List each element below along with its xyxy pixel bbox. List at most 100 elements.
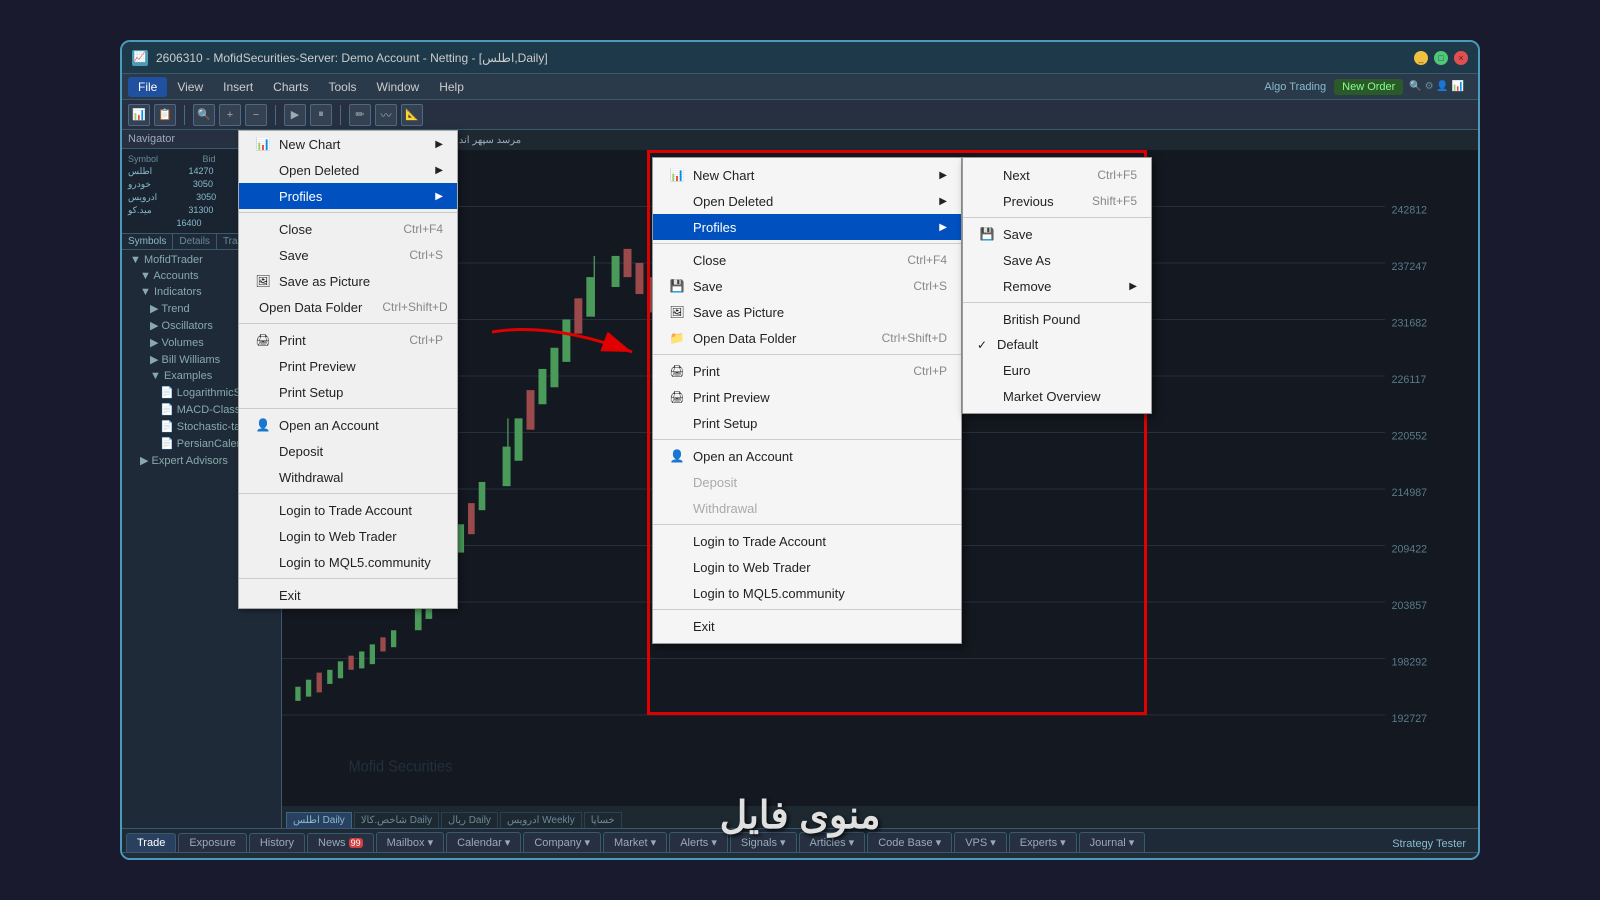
print-icon: 🖨 <box>253 332 273 348</box>
tab-news[interactable]: News 99 <box>307 833 374 852</box>
toolbar-btn-9[interactable]: 〰 <box>375 104 397 126</box>
dd-sub-market-overview[interactable]: Market Overview <box>963 383 1151 409</box>
dd-small-open-data[interactable]: Open Data Folder Ctrl+Shift+D <box>239 294 457 320</box>
dd-main-open-deleted[interactable]: Open Deleted ▶ <box>653 188 961 214</box>
new-chart-icon: 📊 <box>253 136 273 152</box>
arabic-caption: منوی فایل <box>720 793 881 838</box>
dd-main-login-mql5[interactable]: Login to MQL5.community <box>653 580 961 606</box>
dd-main-login-trade[interactable]: Login to Trade Account <box>653 528 961 554</box>
toolbar-icons: 🔍 ⚙ 👤 📊 <box>1409 81 1464 92</box>
toolbar-btn-2[interactable]: 📋 <box>154 104 176 126</box>
close-button[interactable]: × <box>1454 51 1468 65</box>
app-icon: 📈 <box>132 50 148 66</box>
dd-main-exit[interactable]: Exit <box>653 613 961 639</box>
menu-view[interactable]: View <box>167 77 213 97</box>
tab-khesapa[interactable]: خساپا <box>584 812 622 828</box>
toolbar: 📊 📋 🔍 + − ▶ ⏸ ✏ 〰 📐 <box>122 100 1478 130</box>
toolbar-btn-10[interactable]: 📐 <box>401 104 423 126</box>
dd-small-open-deleted[interactable]: Open Deleted ▶ <box>239 157 457 183</box>
dd-main-open-data[interactable]: 📁 Open Data Folder Ctrl+Shift+D <box>653 325 961 351</box>
dd-main-save[interactable]: 💾 Save Ctrl+S <box>653 273 961 299</box>
dd-main-save-picture[interactable]: 🖼 Save as Picture <box>653 299 961 325</box>
dd-sub-default[interactable]: ✓ Default <box>963 332 1151 357</box>
main-print-icon: 🖨 <box>667 363 687 379</box>
svg-text:214987: 214987 <box>1392 487 1427 499</box>
tab-history[interactable]: History <box>249 833 305 852</box>
toolbar-btn-3[interactable]: 🔍 <box>193 104 215 126</box>
dd-sub-british-pound[interactable]: British Pound <box>963 306 1151 332</box>
dd-sub-previous[interactable]: Previous Shift+F5 <box>963 188 1151 214</box>
dd-main-print-setup[interactable]: Print Setup <box>653 410 961 436</box>
menu-help[interactable]: Help <box>429 77 474 97</box>
menu-insert[interactable]: Insert <box>213 77 263 97</box>
dd-main-profiles[interactable]: Profiles ▶ <box>653 214 961 240</box>
tab-journal[interactable]: Journal ▾ <box>1079 832 1146 852</box>
dd-sub-euro[interactable]: Euro <box>963 357 1151 383</box>
menu-file[interactable]: File <box>128 77 167 97</box>
main-folder-icon: 📁 <box>667 330 687 346</box>
menu-charts[interactable]: Charts <box>263 77 318 97</box>
dd-small-login-mql5[interactable]: Login to MQL5.community <box>239 549 457 575</box>
tab-trade[interactable]: Trade <box>126 833 176 852</box>
dd-sub-save-as[interactable]: Save As <box>963 247 1151 273</box>
main-save-icon: 💾 <box>667 278 687 294</box>
save-picture-icon: 🖼 <box>253 273 273 289</box>
tab-vps[interactable]: VPS ▾ <box>954 832 1007 852</box>
menu-bar: File View Insert Charts Tools Window Hel… <box>122 74 1478 100</box>
dd-small-save[interactable]: Save Ctrl+S <box>239 242 457 268</box>
dd-small-save-picture[interactable]: 🖼 Save as Picture <box>239 268 457 294</box>
tab-rial-daily[interactable]: ریال Daily <box>441 812 498 828</box>
dropdown-main: 📊 New Chart ▶ Open Deleted ▶ Profiles ▶ … <box>652 157 962 644</box>
dd-main-print-preview[interactable]: 🖨 Print Preview <box>653 384 961 410</box>
dd-small-print[interactable]: 🖨 Print Ctrl+P <box>239 327 457 353</box>
tab-company[interactable]: Company ▾ <box>523 832 601 852</box>
dd-main-print[interactable]: 🖨 Print Ctrl+P <box>653 358 961 384</box>
tab-mailbox[interactable]: Mailbox ▾ <box>376 832 444 852</box>
tab-index-daily[interactable]: شاخص.کالا Daily <box>354 812 439 828</box>
toolbar-btn-5[interactable]: − <box>245 104 267 126</box>
toolbar-btn-1[interactable]: 📊 <box>128 104 150 126</box>
main-account-icon: 👤 <box>667 448 687 464</box>
maximize-button[interactable]: □ <box>1434 51 1448 65</box>
details-tab[interactable]: Details <box>173 234 217 249</box>
toolbar-btn-6[interactable]: ▶ <box>284 104 306 126</box>
tab-adrovis-weekly[interactable]: ادرویس Weekly <box>500 812 582 828</box>
toolbar-btn-8[interactable]: ✏ <box>349 104 371 126</box>
tab-market[interactable]: Market ▾ <box>603 832 667 852</box>
dd-small-login-web[interactable]: Login to Web Trader <box>239 523 457 549</box>
toolbar-btn-7[interactable]: ⏸ <box>310 104 332 126</box>
main-new-chart-icon: 📊 <box>667 167 687 183</box>
strategy-tester-btn[interactable]: Strategy Tester <box>1384 836 1474 852</box>
svg-text:231682: 231682 <box>1392 317 1427 329</box>
tab-experts[interactable]: Experts ▾ <box>1009 832 1077 852</box>
dd-main-open-account[interactable]: 👤 Open an Account <box>653 443 961 469</box>
dd-sub-save[interactable]: 💾 Save <box>963 221 1151 247</box>
dropdown-small: 📊 New Chart ▶ Open Deleted ▶ Profiles ▶ … <box>238 130 458 609</box>
dd-small-new-chart[interactable]: 📊 New Chart ▶ <box>239 131 457 157</box>
dd-small-login-trade[interactable]: Login to Trade Account <box>239 497 457 523</box>
dd-small-profiles[interactable]: Profiles ▶ <box>239 183 457 209</box>
menu-tools[interactable]: Tools <box>319 77 367 97</box>
dd-small-open-account[interactable]: 👤 Open an Account <box>239 412 457 438</box>
dd-main-login-web[interactable]: Login to Web Trader <box>653 554 961 580</box>
algo-trading-btn[interactable]: Algo Trading <box>1264 81 1334 93</box>
new-order-btn[interactable]: New Order <box>1334 79 1403 95</box>
toolbar-btn-4[interactable]: + <box>219 104 241 126</box>
dd-small-deposit[interactable]: Deposit <box>239 438 457 464</box>
dd-sub-next[interactable]: Next Ctrl+F5 <box>963 162 1151 188</box>
dd-small-withdrawal[interactable]: Withdrawal <box>239 464 457 490</box>
dd-main-new-chart[interactable]: 📊 New Chart ▶ <box>653 162 961 188</box>
minimize-button[interactable]: _ <box>1414 51 1428 65</box>
dd-small-close[interactable]: Close Ctrl+F4 <box>239 216 457 242</box>
menu-window[interactable]: Window <box>367 77 430 97</box>
dd-main-close[interactable]: Close Ctrl+F4 <box>653 247 961 273</box>
tab-exposure[interactable]: Exposure <box>178 833 246 852</box>
dd-small-exit[interactable]: Exit <box>239 582 457 608</box>
dd-small-print-setup[interactable]: Print Setup <box>239 379 457 405</box>
dd-small-print-preview[interactable]: Print Preview <box>239 353 457 379</box>
tab-atls-daily[interactable]: اطلس Daily <box>286 812 352 828</box>
dropdown-sub: Next Ctrl+F5 Previous Shift+F5 💾 Save Sa… <box>962 157 1152 414</box>
dd-sub-remove[interactable]: Remove ▶ <box>963 273 1151 299</box>
symbols-tab[interactable]: Symbols <box>122 234 173 249</box>
tab-calendar[interactable]: Calendar ▾ <box>446 832 521 852</box>
